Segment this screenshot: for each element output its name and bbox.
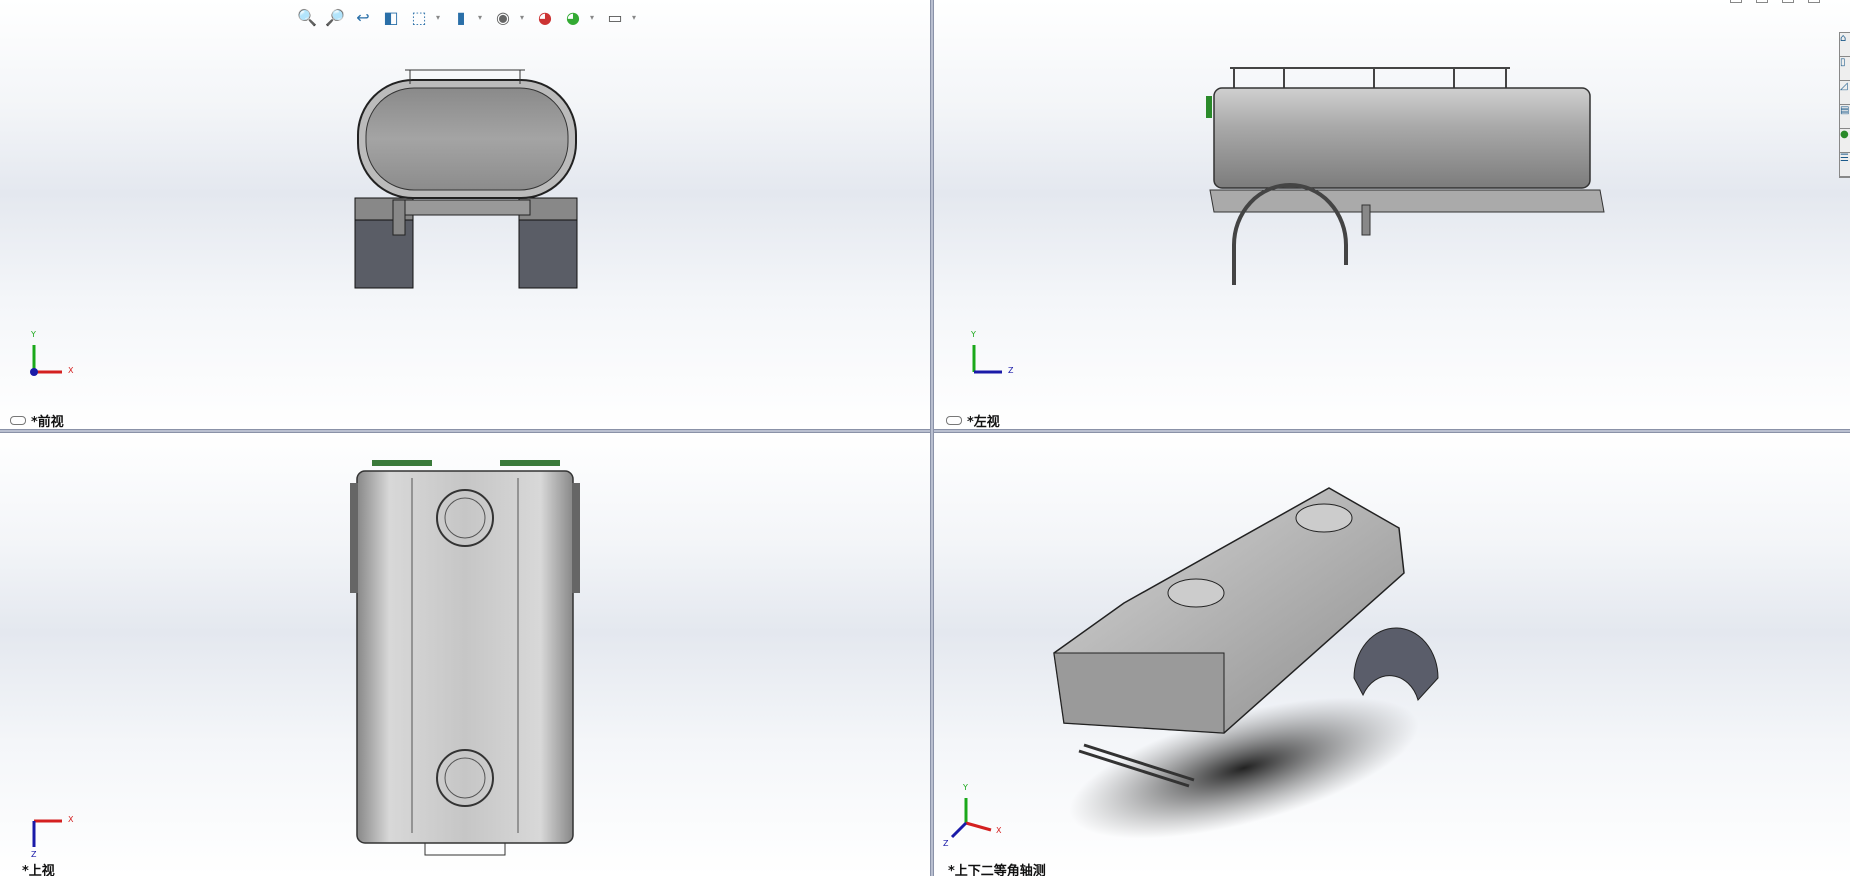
viewport-isometric[interactable]: Y X Z *上下二等角轴测 — [934, 433, 1850, 876]
svg-text:Y: Y — [962, 783, 968, 792]
file-explorer-icon[interactable]: ◿ — [1840, 81, 1850, 105]
apply-scene-icon[interactable]: ◕ — [562, 6, 584, 28]
task-pane-tabs: ⌂ ▯ ◿ ▤ ● ☰ — [1839, 32, 1850, 178]
view-palette-icon[interactable]: ▤ — [1840, 105, 1850, 129]
svg-text:Z: Z — [1008, 366, 1014, 375]
chevron-down-icon[interactable]: ▾ — [478, 13, 486, 22]
custom-properties-icon[interactable]: ☰ — [1840, 153, 1850, 177]
viewport-front[interactable]: Y X 🔍 🔎 ↩ ◧ ⬚ ▾ ▮ ▾ ◉ ▾ ◕ ◕ ▾ ▭ ▾ *前视 — [0, 0, 930, 429]
viewport-label-iso: *上下二等角轴测 — [948, 864, 1046, 876]
solidworks-resources-icon[interactable]: ⌂ — [1840, 33, 1850, 57]
viewport-splitter-vertical[interactable] — [930, 0, 934, 876]
svg-text:Z: Z — [31, 850, 37, 859]
axis-triad-top: X Z — [31, 815, 74, 859]
chevron-down-icon[interactable]: ▾ — [520, 13, 528, 22]
edit-appearance-icon[interactable]: ◕ — [534, 6, 556, 28]
left-view-model — [1206, 67, 1605, 285]
window-controls — [1730, 0, 1820, 3]
axis-triad-left: Y Z — [970, 330, 1014, 375]
isometric-view-model — [1053, 487, 1439, 839]
axis-triad-iso: Y X Z — [943, 783, 1002, 848]
link-views-icon[interactable] — [946, 416, 962, 425]
view-orientation-icon[interactable]: ⬚ — [408, 6, 430, 28]
heads-up-view-toolbar: 🔍 🔎 ↩ ◧ ⬚ ▾ ▮ ▾ ◉ ▾ ◕ ◕ ▾ ▭ ▾ — [296, 6, 640, 28]
viewport-label-top: *上视 — [22, 864, 55, 876]
zoom-to-fit-icon[interactable]: 🔍 — [296, 6, 318, 28]
zoom-to-area-icon[interactable]: 🔎 — [324, 6, 346, 28]
chevron-down-icon[interactable]: ▾ — [436, 13, 444, 22]
viewport-top[interactable]: X Z *上视 — [0, 433, 930, 876]
chevron-down-icon[interactable]: ▾ — [632, 13, 640, 22]
viewport-splitter-horizontal[interactable] — [0, 429, 1850, 433]
view-settings-icon[interactable]: ▭ — [604, 6, 626, 28]
svg-text:Y: Y — [970, 330, 976, 339]
restore-button[interactable] — [1756, 0, 1768, 3]
svg-text:X: X — [996, 826, 1002, 835]
svg-text:Z: Z — [943, 839, 949, 848]
close-button[interactable] — [1808, 0, 1820, 3]
viewport-label-front: *前视 — [10, 411, 64, 429]
design-library-icon[interactable]: ▯ — [1840, 57, 1850, 81]
axis-triad-front: Y X — [30, 330, 74, 376]
svg-text:X: X — [68, 815, 74, 824]
svg-text:X: X — [68, 366, 74, 375]
appearances-icon[interactable]: ● — [1840, 129, 1850, 153]
display-style-icon[interactable]: ▮ — [450, 6, 472, 28]
svg-text:Y: Y — [30, 330, 36, 339]
front-view-model — [354, 69, 578, 289]
section-view-icon[interactable]: ◧ — [380, 6, 402, 28]
viewport-left[interactable]: Y Z ⌂ ▯ ◿ ▤ ● ☰ *左视 — [934, 0, 1850, 429]
previous-view-icon[interactable]: ↩ — [352, 6, 374, 28]
top-view-model — [350, 460, 580, 856]
viewport-label-left: *左视 — [946, 411, 1000, 429]
link-views-icon[interactable] — [10, 416, 26, 425]
minimize-button[interactable] — [1730, 0, 1742, 3]
hide-show-items-icon[interactable]: ◉ — [492, 6, 514, 28]
chevron-down-icon[interactable]: ▾ — [590, 13, 598, 22]
maximize-button[interactable] — [1782, 0, 1794, 3]
